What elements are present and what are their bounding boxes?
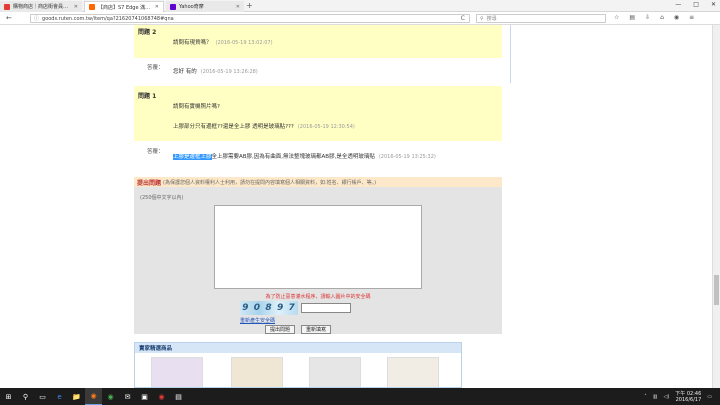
extension-icon[interactable]: ◉ bbox=[674, 14, 679, 21]
ask-header: 提出問題 (為保護您個人資料權利人士利用，請勿在提問內容填寫個人相關資料，如:姓… bbox=[134, 177, 502, 187]
ask-note: (為保護您個人資料權利人士利用，請勿在提問內容填寫個人相關資料，如:姓名、銀行帳… bbox=[163, 179, 377, 186]
close-tab-icon[interactable]: ✕ bbox=[74, 4, 78, 10]
search-input[interactable]: ⚲ 搜尋 bbox=[476, 14, 606, 23]
question-label: 問題 2 bbox=[138, 29, 157, 36]
clock[interactable]: 下午 02:46 2016/6/17 bbox=[675, 391, 701, 403]
tab-shop[interactable]: 購物商店｜商店街會員優惠 ✕ bbox=[0, 1, 82, 12]
tray-arrow-icon[interactable]: ˄ bbox=[644, 394, 647, 400]
favicon-icon bbox=[4, 3, 10, 10]
question-text: 請問有現貨嗎？ (2016-05-19 13:02:07) bbox=[173, 40, 273, 46]
firefox-icon[interactable]: ◉ bbox=[85, 388, 102, 405]
clock-time: 下午 02:46 bbox=[675, 390, 702, 397]
product-thumbnail[interactable] bbox=[387, 357, 439, 387]
answer-label: 答覆： bbox=[147, 149, 164, 155]
recommended-title: 賣家精選商品 bbox=[135, 343, 461, 353]
download-icon[interactable]: ⇩ bbox=[645, 14, 650, 21]
new-tab-button[interactable]: + bbox=[246, 1, 253, 10]
window-controls: — □ ✕ bbox=[675, 1, 716, 8]
captcha-input[interactable] bbox=[301, 303, 351, 313]
bookmark-star-icon[interactable]: ☆ bbox=[614, 14, 619, 21]
maximize-button[interactable]: □ bbox=[693, 1, 699, 8]
folder-icon[interactable]: 📁 bbox=[68, 388, 85, 405]
network-icon[interactable]: ▥ bbox=[653, 394, 658, 400]
close-window-button[interactable]: ✕ bbox=[711, 1, 716, 8]
reading-list-icon[interactable]: ▤ bbox=[629, 14, 635, 21]
refresh-captcha-link[interactable]: 重新產生安全碼 bbox=[240, 317, 275, 324]
task-view-icon[interactable]: ▭ bbox=[34, 388, 51, 405]
question-block: 問題 1 請問有實機照片嗎? 上膠部分只有邊框??還是全上膠 透明是玻璃貼???… bbox=[134, 86, 502, 141]
tab-yahoo[interactable]: Yahoo奇摩 ✕ bbox=[166, 1, 244, 12]
clock-date: 2016/6/17 bbox=[675, 396, 702, 403]
close-tab-icon[interactable]: ✕ bbox=[236, 4, 240, 10]
tab-product[interactable]: 【商店】S7 Edge 滿版玻璃貼 ✕ bbox=[84, 1, 164, 12]
url-bar[interactable]: ⓘ goods.ruten.com.tw/item/qa?21620741068… bbox=[30, 14, 470, 23]
product-thumbnail[interactable] bbox=[151, 357, 203, 387]
timestamp: (2016-05-19 12:30:54) bbox=[297, 124, 355, 130]
question-label: 問題 1 bbox=[138, 93, 157, 100]
question-block: 問題 2 請問有現貨嗎？ (2016-05-19 13:02:07) bbox=[134, 25, 502, 58]
divider bbox=[510, 25, 511, 83]
home-icon[interactable]: ⌂ bbox=[660, 14, 664, 21]
start-button[interactable]: ⊞ bbox=[0, 388, 17, 405]
favicon-icon bbox=[170, 3, 176, 10]
back-button[interactable]: ← bbox=[6, 14, 12, 22]
search-icon: ⚲ bbox=[480, 15, 484, 22]
search-placeholder: 搜尋 bbox=[486, 16, 497, 22]
question-text: 請問有實機照片嗎? bbox=[173, 104, 220, 110]
product-thumbnail[interactable] bbox=[309, 357, 361, 387]
close-tab-icon[interactable]: ✕ bbox=[155, 4, 159, 10]
question-text: 上膠部分只有邊框??還是全上膠 透明是玻璃貼??? (2016-05-19 12:… bbox=[173, 124, 355, 130]
captcha-image: 90897 bbox=[240, 301, 298, 315]
selected-text: 上膠是邊框上膠 bbox=[173, 154, 212, 160]
captcha-warning: 為了防止惡意灌水程序，請輸入圖片中的安全碼 bbox=[265, 294, 371, 300]
search-icon[interactable]: ⚲ bbox=[17, 388, 34, 405]
volume-icon[interactable]: ◁) bbox=[663, 394, 669, 400]
app-icon[interactable]: ▤ bbox=[170, 388, 187, 405]
question-textarea[interactable] bbox=[214, 205, 422, 289]
notification-icon[interactable]: ▭ bbox=[707, 394, 712, 400]
app-icon[interactable]: ◉ bbox=[153, 388, 170, 405]
taskbar: ⊞ ⚲ ▭ e 📁 ◉ ◉ ✉ ▣ ◉ ▤ ˄ ▥ ◁) 下午 02:46 20… bbox=[0, 388, 720, 405]
minimize-button[interactable]: — bbox=[675, 1, 681, 8]
edge-icon[interactable]: e bbox=[51, 388, 68, 405]
info-icon[interactable]: ⓘ bbox=[34, 15, 39, 22]
ask-title: 提出問題 bbox=[137, 179, 162, 187]
product-thumbnail[interactable] bbox=[231, 357, 283, 387]
system-tray: ˄ ▥ ◁) 下午 02:46 2016/6/17 ▭ bbox=[644, 388, 712, 405]
submit-button[interactable]: 提出問題 bbox=[265, 325, 296, 334]
favicon-icon bbox=[89, 4, 95, 10]
toolbar-icons: ☆ ▤ ⇩ ⌂ ◉ ≡ bbox=[614, 14, 694, 21]
browser-tab-bar: 購物商店｜商店街會員優惠 ✕ 【商店】S7 Edge 滿版玻璃貼 ✕ Yahoo… bbox=[0, 0, 720, 12]
answer-label: 答覆： bbox=[147, 65, 164, 71]
answer-text: 上膠是邊框上膠全上膠需要AB膠,因為有曲面,無法整塊玻璃都AB膠,是全透明玻璃貼… bbox=[173, 154, 436, 160]
tab-label: 【商店】S7 Edge 滿版玻璃貼 bbox=[98, 4, 152, 11]
ask-question-form: 提出問題 (為保護您個人資料權利人士利用，請勿在提問內容填寫個人相關資料，如:姓… bbox=[134, 177, 502, 334]
timestamp: (2016-05-19 13:26:28) bbox=[200, 69, 258, 75]
timestamp: (2016-05-19 13:25:32) bbox=[378, 154, 436, 160]
browser-nav-bar: ← ⓘ goods.ruten.com.tw/item/qa?216207410… bbox=[0, 12, 720, 25]
tab-label: 購物商店｜商店街會員優惠 bbox=[13, 4, 71, 10]
tab-label: Yahoo奇摩 bbox=[179, 4, 204, 10]
url-text: goods.ruten.com.tw/item/qa?2162074106874… bbox=[42, 15, 174, 22]
recommended-products: 賣家精選商品 bbox=[134, 342, 462, 388]
product-thumbnails bbox=[135, 357, 461, 387]
page-content: 問題 2 請問有現貨嗎？ (2016-05-19 13:02:07) 答覆： 您好… bbox=[0, 25, 712, 388]
timestamp: (2016-05-19 13:02:07) bbox=[215, 40, 273, 46]
reload-icon[interactable]: C bbox=[461, 15, 465, 22]
mail-icon[interactable]: ✉ bbox=[119, 388, 136, 405]
answer-text: 您好 有的 (2016-05-19 13:26:28) bbox=[173, 69, 258, 75]
reset-button[interactable]: 重新填寫 bbox=[301, 325, 332, 334]
menu-icon[interactable]: ≡ bbox=[689, 14, 694, 21]
char-limit: (250個中文字以內) bbox=[140, 195, 184, 201]
scrollbar-thumb[interactable] bbox=[714, 275, 719, 305]
store-icon[interactable]: ▣ bbox=[136, 388, 153, 405]
vertical-scrollbar[interactable] bbox=[712, 25, 720, 388]
chrome-icon[interactable]: ◉ bbox=[102, 388, 119, 405]
